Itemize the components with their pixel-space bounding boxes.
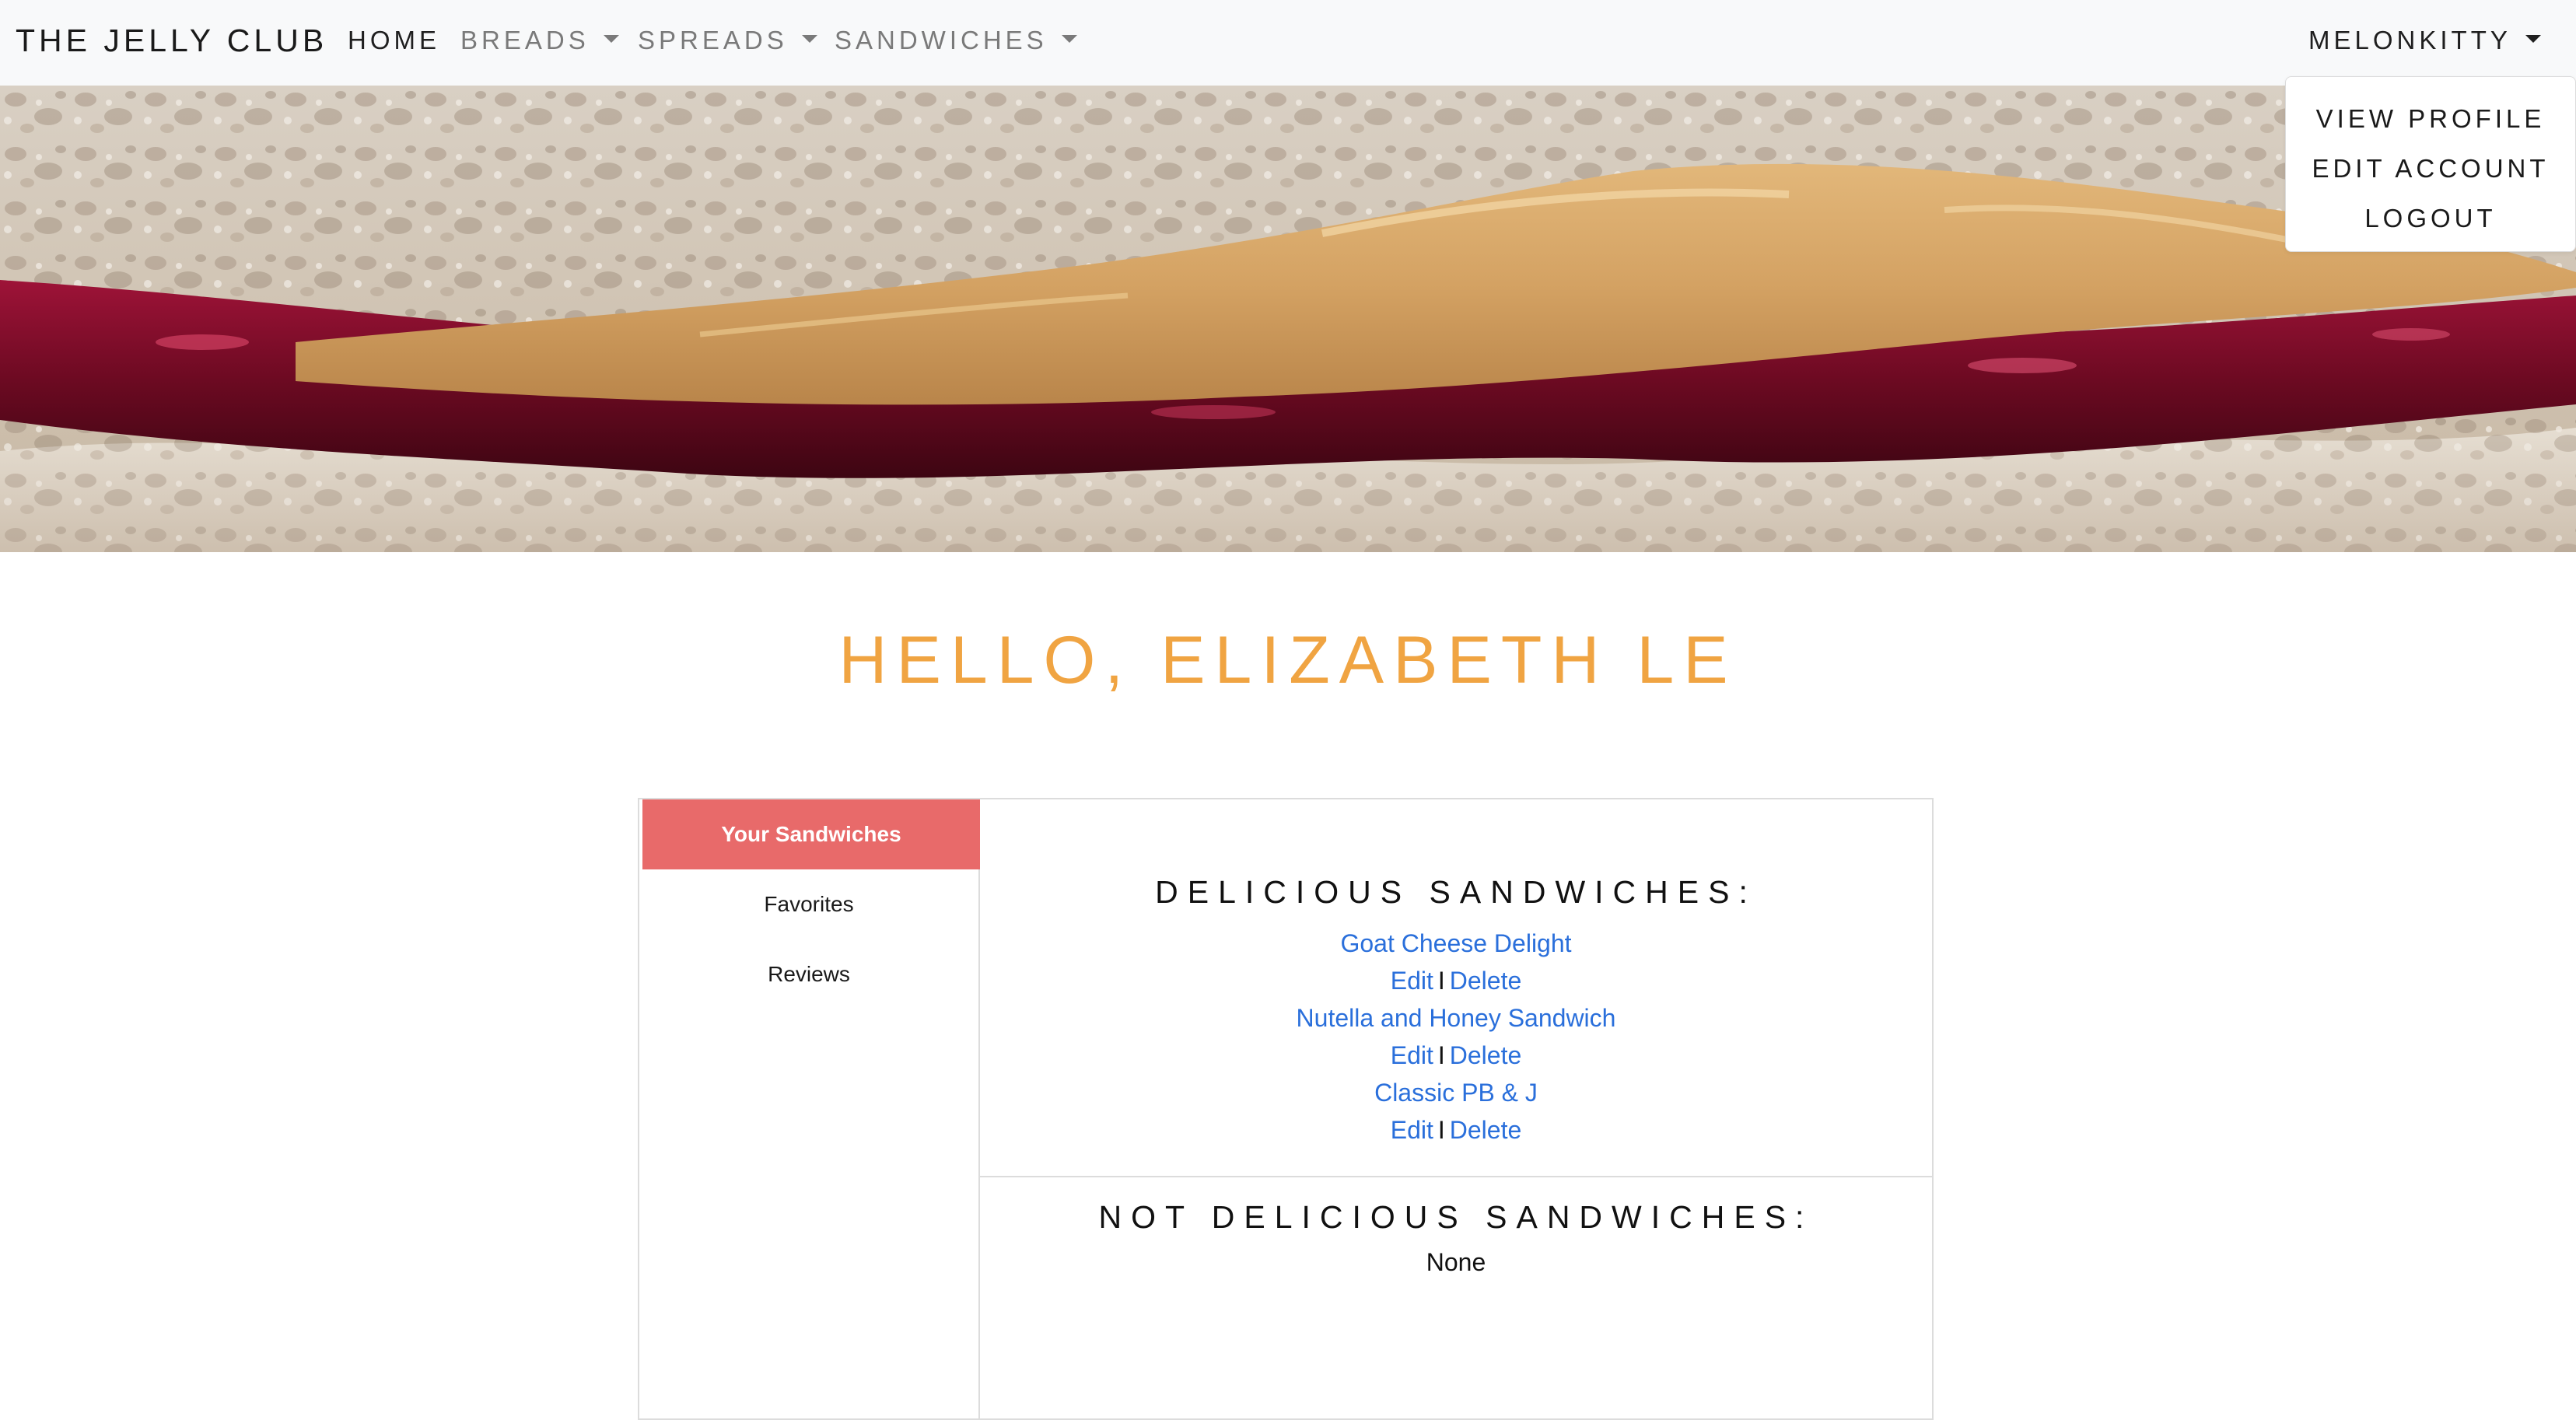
edit-link[interactable]: Edit <box>1391 967 1433 995</box>
profile-panel: Your Sandwiches Favorites Reviews DELICI… <box>638 798 1934 1420</box>
nav-breads-dropdown[interactable]: BREADS <box>460 0 619 86</box>
brand-logo[interactable]: THE JELLY CLUB <box>16 0 327 86</box>
top-navbar: THE JELLY CLUB HOME BREADS SPREADS SANDW… <box>0 0 2576 86</box>
sandwich-link[interactable]: Nutella and Honey Sandwich <box>1297 1004 1616 1032</box>
user-dropdown-menu: VIEW PROFILE EDIT ACCOUNT LOGOUT <box>2285 76 2576 252</box>
delicious-heading: DELICIOUS SANDWICHES: <box>1155 874 1757 910</box>
hero-banner-image <box>0 86 2576 552</box>
menu-view-profile[interactable]: VIEW PROFILE <box>2286 94 2575 144</box>
profile-sidebar: Your Sandwiches Favorites Reviews <box>639 799 980 1418</box>
tab-reviews[interactable]: Reviews <box>639 939 978 1009</box>
nav-sandwiches-label: SANDWICHES <box>835 26 1048 54</box>
sandwich-link[interactable]: Goat Cheese Delight <box>1340 929 1571 957</box>
delicious-section: DELICIOUS SANDWICHES: Goat Cheese Deligh… <box>980 799 1932 1177</box>
chevron-down-icon <box>2525 35 2541 44</box>
sandwich-link[interactable]: Classic PB & J <box>1374 1079 1538 1107</box>
user-menu-label: MELONKITTY <box>2308 26 2511 54</box>
empty-state-text: None <box>1426 1248 1486 1276</box>
list-item: Nutella and Honey Sandwich <box>980 999 1932 1037</box>
sandwich-actions: Edit I Delete <box>980 1111 1932 1149</box>
nav-home-label: HOME <box>348 26 440 54</box>
nav-home[interactable]: HOME <box>348 0 440 86</box>
user-menu-toggle[interactable]: MELONKITTY <box>2308 0 2541 86</box>
sandwich-actions: Edit I Delete <box>980 1037 1932 1074</box>
separator: I <box>1437 1116 1445 1144</box>
menu-edit-account[interactable]: EDIT ACCOUNT <box>2286 144 2575 194</box>
tab-your-sandwiches[interactable]: Your Sandwiches <box>642 799 980 869</box>
not-delicious-heading: NOT DELICIOUS SANDWICHES: <box>1098 1199 1814 1235</box>
delete-link[interactable]: Delete <box>1450 967 1522 995</box>
separator: I <box>1437 967 1445 995</box>
sandwich-actions: Edit I Delete <box>980 962 1932 999</box>
nav-spreads-dropdown[interactable]: SPREADS <box>638 0 817 86</box>
profile-content: DELICIOUS SANDWICHES: Goat Cheese Deligh… <box>980 799 1932 1418</box>
nav-breads-label: BREADS <box>460 26 590 54</box>
chevron-down-icon <box>603 35 619 44</box>
nav-spreads-label: SPREADS <box>638 26 788 54</box>
edit-link[interactable]: Edit <box>1391 1041 1433 1069</box>
not-delicious-section: NOT DELICIOUS SANDWICHES: None <box>980 1177 1932 1277</box>
delete-link[interactable]: Delete <box>1450 1116 1522 1144</box>
sandwich-list: Goat Cheese Delight Edit I Delete Nutella … <box>980 925 1932 1149</box>
edit-link[interactable]: Edit <box>1391 1116 1433 1144</box>
separator: I <box>1437 1041 1445 1069</box>
list-item: Classic PB & J <box>980 1074 1932 1111</box>
page-title: HELLO, ELIZABETH LE <box>838 623 1738 698</box>
menu-logout[interactable]: LOGOUT <box>2286 194 2575 243</box>
list-item: Goat Cheese Delight <box>980 925 1932 962</box>
delete-link[interactable]: Delete <box>1450 1041 1522 1069</box>
chevron-down-icon <box>801 35 817 44</box>
tab-favorites[interactable]: Favorites <box>639 869 978 939</box>
nav-sandwiches-dropdown[interactable]: SANDWICHES <box>835 0 1077 86</box>
chevron-down-icon <box>1061 35 1077 44</box>
